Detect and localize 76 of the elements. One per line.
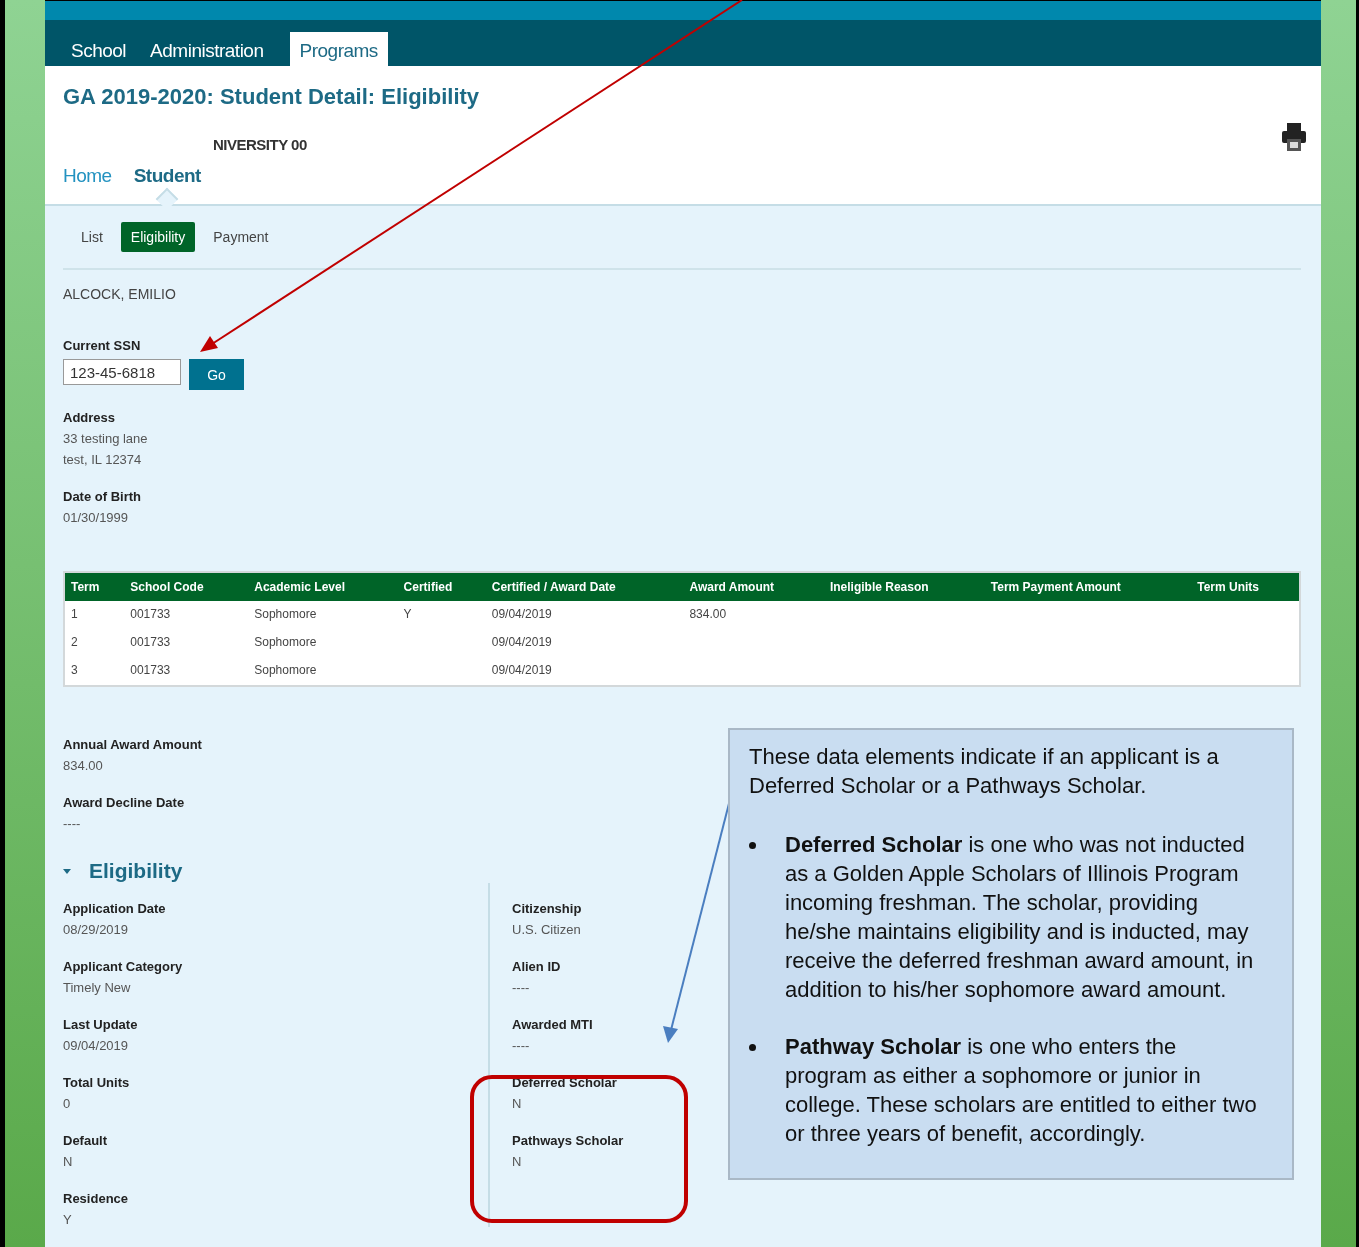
field-value: U.S. Citizen xyxy=(512,922,581,937)
field-value: N xyxy=(512,1154,522,1169)
table-cell: 3 xyxy=(64,657,125,686)
callout-text: These data elements indicate if an applicant is a Deferred Scholar or a Pathways Scholar. xyxy=(749,743,1220,800)
field-value: N xyxy=(63,1154,73,1169)
column-header: Term xyxy=(64,572,125,601)
table-cell: Sophomore xyxy=(248,601,398,629)
field-value: ---- xyxy=(512,980,530,995)
field-label: Address xyxy=(63,410,116,425)
field-label: Residence xyxy=(63,1191,129,1206)
table-cell: 2 xyxy=(64,629,125,657)
nav-tab[interactable]: Administration xyxy=(140,32,274,66)
table-cell: 001733 xyxy=(124,629,249,657)
field-label: Annual Award Amount xyxy=(63,737,202,752)
table-cell: 001733 xyxy=(124,657,249,686)
column-header: Certified / Award Date xyxy=(485,572,684,601)
table-cell: 09/04/2019 xyxy=(485,629,684,657)
table-cell: 001733 xyxy=(124,601,249,629)
table-cell: Sophomore xyxy=(248,629,398,657)
column-header: School Code xyxy=(124,572,249,601)
column-header: Certified xyxy=(397,572,486,601)
field-label: Application Date xyxy=(63,901,166,916)
nav-tab[interactable]: Programs xyxy=(289,32,388,66)
student-name: ALCOCK, EMILIO xyxy=(63,286,177,302)
field-value: Y xyxy=(63,1212,72,1227)
field-label: Alien ID xyxy=(512,959,561,974)
field-value: 01/30/1999 xyxy=(63,510,129,525)
table-cell: 1 xyxy=(64,601,125,629)
institution-name: NIVERSITY 00 xyxy=(212,136,308,153)
field-label: Date of Birth xyxy=(63,489,141,504)
field-label: Default xyxy=(63,1133,108,1148)
nav-tab[interactable]: School xyxy=(61,32,137,66)
breadcrumb-link[interactable]: Home xyxy=(63,165,112,186)
page-title: GA 2019-2020: Student Detail: Eligibility xyxy=(63,84,481,110)
field-value: 0 xyxy=(63,1096,71,1111)
field-value: ---- xyxy=(63,816,81,831)
column-header: Award Amount xyxy=(683,572,824,601)
callout-text: Deferred Scholar is one who was not inducted as a Golden Apple Scholars of Illinois Program incoming freshman. The scholar, providing he/she maintains eligibility and is inducted, may receive the deferred freshman award amount, in addition to his/her sophomore award amount. xyxy=(785,831,1255,1004)
column-header: Term Payment Amount xyxy=(984,572,1192,601)
sub-tab[interactable]: Payment xyxy=(203,222,279,252)
table-cell: 09/04/2019 xyxy=(485,657,684,686)
field-label: Award Decline Date xyxy=(63,795,185,810)
table-cell: Sophomore xyxy=(248,657,398,686)
field-value: test, IL 12374 xyxy=(63,452,142,467)
print-icon[interactable] xyxy=(1281,122,1307,152)
field-value: 08/29/2019 xyxy=(63,922,129,937)
field-label: Citizenship xyxy=(512,901,582,916)
field-label: Pathways Scholar xyxy=(512,1133,624,1148)
field-value: 834.00 xyxy=(63,758,103,773)
column-header: Ineligible Reason xyxy=(823,572,985,601)
callout-text: Pathway Scholar is one who enters the program as either a sophomore or junior in college. These scholars are entitled to either two or three years of benefit, accordingly. xyxy=(785,1033,1258,1148)
bullet-icon xyxy=(749,842,756,849)
caret-icon[interactable] xyxy=(63,868,71,874)
go-button[interactable]: Go xyxy=(189,359,244,390)
sub-tab[interactable]: List xyxy=(71,222,113,252)
bullet-icon xyxy=(749,1044,756,1051)
table-cell: 834.00 xyxy=(683,601,824,629)
field-value: ---- xyxy=(512,1038,530,1053)
field-label: Awarded MTI xyxy=(512,1017,593,1032)
table-cell: 09/04/2019 xyxy=(485,601,684,629)
field-label: Last Update xyxy=(63,1017,138,1032)
ssn-input[interactable]: 123-45-6818 xyxy=(63,359,181,385)
field-value: 09/04/2019 xyxy=(63,1038,129,1053)
breadcrumb-link[interactable]: Student xyxy=(133,165,201,186)
column-header: Academic Level xyxy=(248,572,398,601)
field-label: Current SSN xyxy=(63,338,141,353)
field-label: Deferred Scholar xyxy=(512,1075,617,1090)
sub-tab[interactable]: Eligibility xyxy=(120,222,196,252)
field-label: Applicant Category xyxy=(63,959,183,974)
column-header: Term Units xyxy=(1191,572,1300,601)
table-cell: Y xyxy=(397,601,486,629)
section-title: Eligibility xyxy=(89,859,183,883)
field-label: Total Units xyxy=(63,1075,130,1090)
field-value: Timely New xyxy=(63,980,131,995)
field-value: N xyxy=(512,1096,522,1111)
field-value: 33 testing lane xyxy=(63,431,148,446)
